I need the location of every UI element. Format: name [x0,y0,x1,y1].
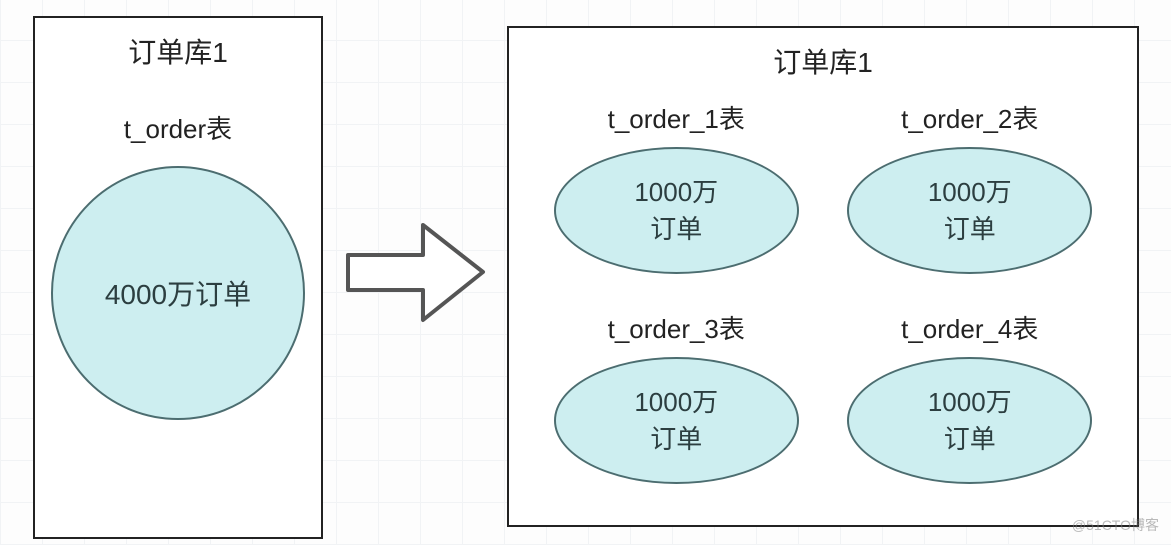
ellipse-3-line1: 1000万 [634,384,718,420]
right-grid: t_order_1表 1000万 订单 t_order_2表 1000万 订单 … [509,81,1137,514]
ellipse-1: 1000万 订单 [554,147,799,274]
big-circle: 4000万订单 [51,166,305,420]
table-cell-4: t_order_4表 1000万 订单 [846,309,1095,484]
table-cell-3: t_order_3表 1000万 订单 [552,309,801,484]
table-label-1: t_order_1表 [608,99,745,136]
table-label-4: t_order_4表 [901,309,1038,346]
big-circle-text: 4000万订单 [105,273,251,313]
ellipse-4-line1: 1000万 [928,384,1012,420]
ellipse-4: 1000万 订单 [847,357,1092,484]
table-cell-1: t_order_1表 1000万 订单 [552,99,801,274]
ellipse-3: 1000万 订单 [554,357,799,484]
ellipse-1-line1: 1000万 [634,174,718,210]
arrow-icon [343,215,488,330]
table-cell-2: t_order_2表 1000万 订单 [846,99,1095,274]
left-table-label: t_order表 [124,109,232,146]
watermark-text: @51CTO博客 [1072,515,1159,535]
left-content: t_order表 4000万订单 [35,71,321,420]
ellipse-2-line1: 1000万 [928,174,1012,210]
ellipse-2: 1000万 订单 [847,147,1092,274]
right-box-title: 订单库1 [509,41,1137,81]
ellipse-3-line2: 订单 [650,421,702,457]
right-database-box: 订单库1 t_order_1表 1000万 订单 t_order_2表 1000… [507,26,1139,527]
left-box-title: 订单库1 [35,31,321,71]
table-label-2: t_order_2表 [901,99,1038,136]
ellipse-4-line2: 订单 [944,421,996,457]
ellipse-2-line2: 订单 [944,211,996,247]
left-database-box: 订单库1 t_order表 4000万订单 [33,16,323,539]
ellipse-1-line2: 订单 [650,211,702,247]
table-label-3: t_order_3表 [608,309,745,346]
